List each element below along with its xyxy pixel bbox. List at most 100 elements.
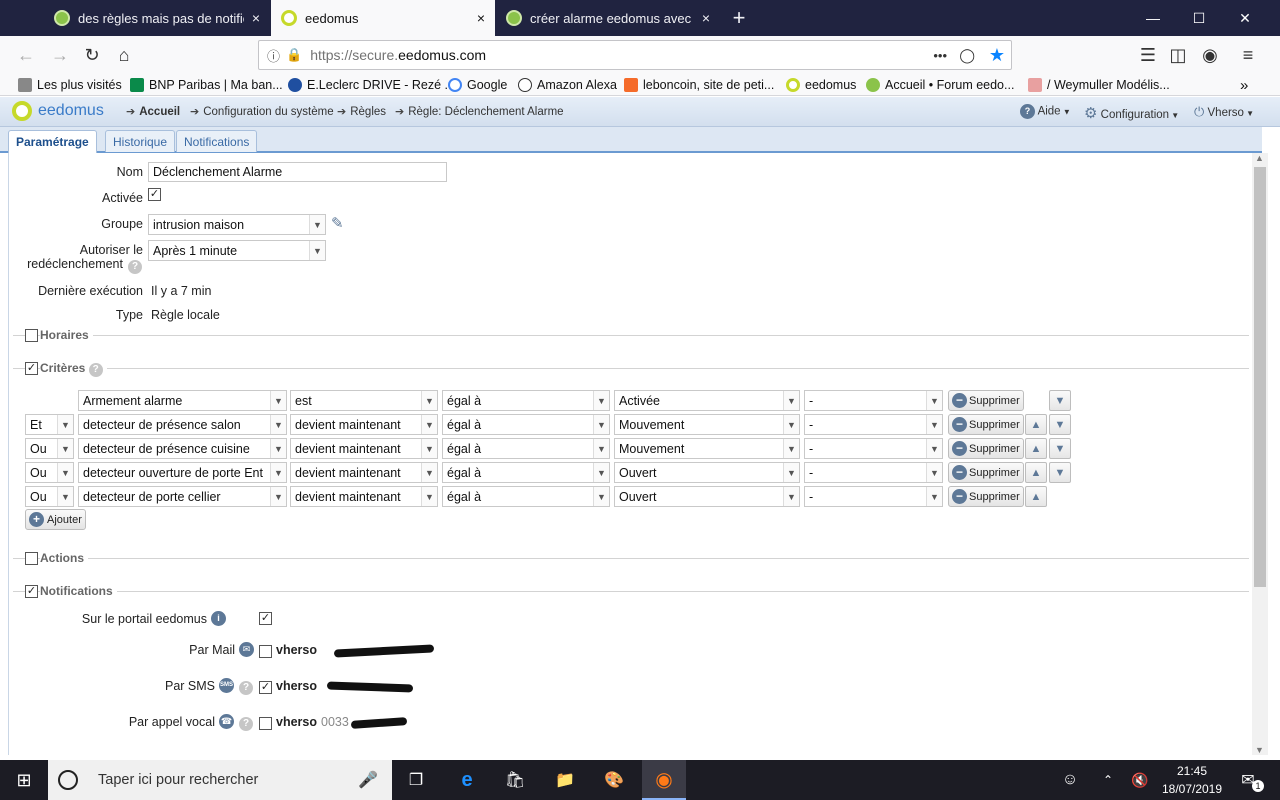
horaires-checkbox[interactable] [25,329,38,342]
delete-criteria-button[interactable]: − Supprimer [948,486,1024,507]
criteria-extra-select[interactable]: - ▼ [804,390,943,411]
move-up-icon[interactable]: ▲ [1025,414,1047,435]
tab-historique[interactable]: Historique [105,130,176,152]
criteres-checkbox[interactable]: ✓ [25,362,38,375]
minimize-icon[interactable]: — [1130,0,1176,36]
bookmark-item[interactable]: Amazon Alexa [518,76,617,94]
criteria-device-select[interactable]: detecteur de porte cellier ▼ [78,486,287,507]
maximize-icon[interactable]: ☐ [1176,0,1222,36]
windows-start-icon[interactable]: ⊞ [12,768,36,792]
criteria-value-select[interactable]: Mouvement ▼ [614,438,800,459]
criteria-device-select[interactable]: detecteur ouverture de porte Ent ▼ [78,462,287,483]
autoriser-select[interactable]: Après 1 minute ▼ [148,240,326,261]
criteria-operator-select[interactable]: Ou ▼ [25,438,74,459]
sidebar-icon[interactable]: ◫ [1164,41,1192,69]
criteria-value-select[interactable]: Activée ▼ [614,390,800,411]
user-menu[interactable]: ⏻ Vherso ▼ [1194,104,1254,120]
criteria-comparator-select[interactable]: égal à ▼ [442,462,610,483]
info-icon[interactable]: ⓘ [267,46,280,65]
help-icon[interactable]: ? [239,679,253,695]
bookmark-item[interactable]: BNP Paribas | Ma ban... [130,76,283,94]
browser-tab[interactable]: créer alarme eedomus avec pro × [496,0,720,36]
volume-muted-icon[interactable]: 🔇 [1128,768,1152,792]
tab-parametrage[interactable]: Paramétrage [8,130,97,153]
help-icon[interactable]: ? [239,715,253,731]
move-down-icon[interactable]: ▼ [1049,438,1071,459]
bookmark-item[interactable]: eedomus [786,76,856,94]
chevron-up-icon[interactable]: ⌃ [1096,768,1120,792]
firefox-icon[interactable]: ◉ [642,760,686,800]
move-down-icon[interactable]: ▼ [1049,414,1071,435]
account-icon[interactable]: ◉ [1196,41,1224,69]
bookmark-item[interactable]: Les plus visités [18,76,122,94]
close-tab-icon[interactable]: × [702,10,710,26]
criteria-operator-select[interactable]: Ou ▼ [25,486,74,507]
taskbar-search[interactable]: Taper ici pour rechercher 🎤 [48,760,392,800]
add-criteria-button[interactable]: + Ajouter [25,509,86,530]
help-menu[interactable]: ? Aide ▼ [1020,104,1071,119]
groupe-select[interactable]: intrusion maison ▼ [148,214,326,235]
move-up-icon[interactable]: ▲ [1025,462,1047,483]
criteria-condition-select[interactable]: devient maintenant ▼ [290,462,438,483]
criteria-extra-select[interactable]: - ▼ [804,462,943,483]
browser-tab[interactable]: des règles mais pas de notificat × [44,0,270,36]
people-icon[interactable]: ☺ [1058,768,1082,792]
reload-icon[interactable]: ↻ [78,41,106,69]
back-icon[interactable]: ← [12,41,40,69]
app-logo-text[interactable]: eedomus [38,102,104,120]
sms-checkbox[interactable]: ✓ [259,681,272,694]
criteria-condition-select[interactable]: devient maintenant ▼ [290,486,438,507]
help-icon[interactable]: ? [128,258,142,274]
move-down-icon[interactable]: ▼ [1049,462,1071,483]
bookmark-item[interactable]: / Weymuller Modélis... [1028,76,1170,94]
delete-criteria-button[interactable]: − Supprimer [948,390,1024,411]
criteria-device-select[interactable]: Armement alarme ▼ [78,390,287,411]
criteria-condition-select[interactable]: devient maintenant ▼ [290,414,438,435]
task-view-icon[interactable]: ❐ [404,768,428,792]
criteria-value-select[interactable]: Ouvert ▼ [614,486,800,507]
portail-checkbox[interactable]: ✓ [259,612,272,625]
mail-checkbox[interactable] [259,645,272,658]
more-bookmarks-icon[interactable]: » [1240,76,1248,94]
criteria-condition-select[interactable]: devient maintenant ▼ [290,438,438,459]
notifications-checkbox[interactable]: ✓ [25,585,38,598]
delete-criteria-button[interactable]: − Supprimer [948,462,1024,483]
pocket-icon[interactable]: ◯ [959,47,975,64]
bookmark-item[interactable]: Google [448,76,507,94]
criteria-condition-select[interactable]: est ▼ [290,390,438,411]
close-tab-icon[interactable]: × [477,10,485,26]
scrollbar-thumb[interactable] [1254,167,1266,587]
delete-criteria-button[interactable]: − Supprimer [948,438,1024,459]
microphone-icon[interactable]: 🎤 [358,770,378,790]
criteria-comparator-select[interactable]: égal à ▼ [442,438,610,459]
bookmark-item[interactable]: Accueil • Forum eedo... [866,76,1014,94]
forward-icon[interactable]: → [46,41,74,69]
breadcrumb-rules[interactable]: Règles [350,106,386,118]
url-bar[interactable]: ⓘ 🔒 https://secure. eedomus.com ••• ◯ ★ [258,40,1012,70]
move-up-icon[interactable]: ▲ [1025,486,1047,507]
tab-notifications[interactable]: Notifications [176,130,258,152]
vocal-checkbox[interactable] [259,717,272,730]
page-scrollbar[interactable]: ▲ ▼ [1252,153,1268,755]
pencil-icon[interactable]: ✎ [331,214,344,232]
home-icon[interactable]: ⌂ [110,41,138,69]
bookmark-item[interactable]: E.Leclerc DRIVE - Rezé ... [288,76,455,94]
menu-icon[interactable]: ≡ [1234,41,1262,69]
criteria-comparator-select[interactable]: égal à ▼ [442,486,610,507]
breadcrumb-home[interactable]: Accueil [139,106,180,118]
move-up-icon[interactable]: ▲ [1025,438,1047,459]
criteria-extra-select[interactable]: - ▼ [804,438,943,459]
paint-icon[interactable]: 🎨 [602,768,626,792]
library-icon[interactable]: ☰ [1134,41,1162,69]
criteria-device-select[interactable]: detecteur de présence salon ▼ [78,414,287,435]
criteria-value-select[interactable]: Ouvert ▼ [614,462,800,483]
clock-time[interactable]: 21:45 [1162,764,1222,778]
page-actions-icon[interactable]: ••• [933,48,947,63]
criteria-device-select[interactable]: detecteur de présence cuisine ▼ [78,438,287,459]
criteria-extra-select[interactable]: - ▼ [804,486,943,507]
new-tab-button[interactable]: + [724,0,754,36]
criteria-operator-select[interactable]: Et ▼ [25,414,74,435]
actions-checkbox[interactable] [25,552,38,565]
bookmark-item[interactable]: leboncoin, site de peti... [624,76,774,94]
close-window-icon[interactable]: ✕ [1222,0,1268,36]
